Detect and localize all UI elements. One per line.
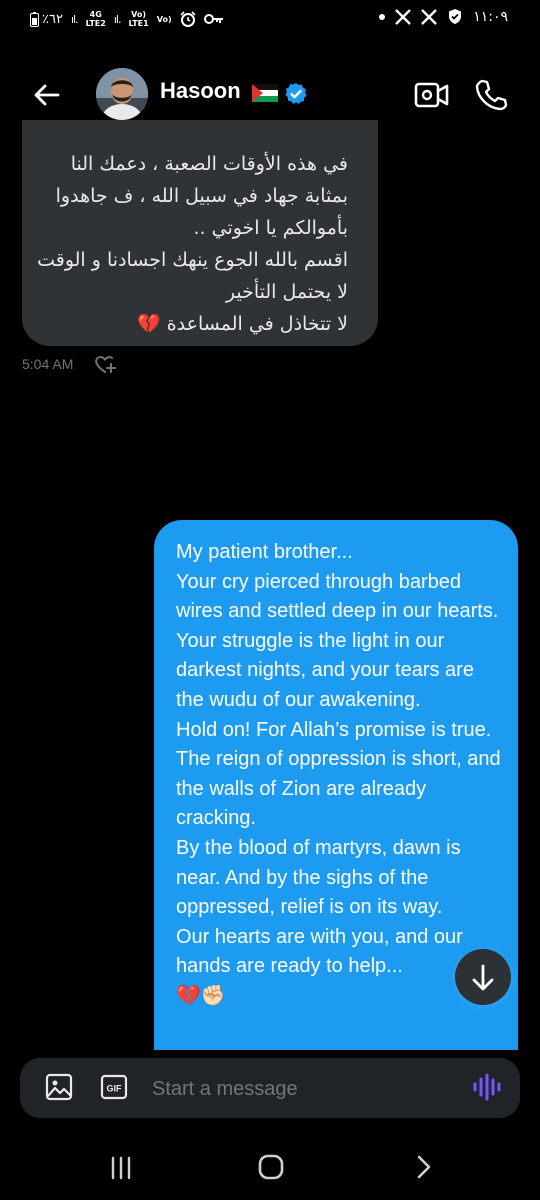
network-label-1: 4G LTE2 (86, 10, 106, 28)
chevron-right-icon (417, 1155, 431, 1179)
voice-message-button[interactable] (470, 1072, 504, 1102)
outgoing-message-text: My patient brother... Your cry pierced t… (176, 541, 501, 1007)
system-nav-bar (0, 1135, 540, 1200)
gif-button[interactable]: GIF (100, 1074, 128, 1100)
arrow-down-icon (472, 964, 494, 991)
heart-plus-icon (95, 356, 116, 373)
home-button[interactable] (257, 1153, 285, 1181)
status-bar: ٪٦٢ ıl. 4G LTE2 ıl. Vo) LTE1 Vo) ١١:٠٩ (0, 0, 540, 40)
net2-bottom: LTE1 (128, 19, 149, 28)
verified-badge-icon (285, 83, 307, 104)
signal-bars-icon: ıl. (70, 12, 79, 26)
avatar-photo (96, 68, 148, 120)
avatar[interactable] (96, 68, 148, 120)
battery-icon (30, 11, 39, 27)
network-label-3: Vo) (157, 15, 172, 24)
recents-icon (111, 1156, 131, 1180)
shield-check-icon (449, 9, 462, 24)
arrow-left-icon (34, 84, 60, 106)
back-button[interactable] (30, 78, 64, 112)
message-input[interactable] (150, 1073, 454, 1105)
video-call-icon (414, 82, 449, 108)
notification-dot-icon (379, 13, 386, 20)
contact-name[interactable]: Hasoon (160, 78, 241, 104)
signal-bars-icon: ıl. (113, 12, 122, 26)
alarm-icon (180, 11, 196, 27)
net1-top: 4G (89, 10, 102, 19)
scroll-to-bottom-button[interactable] (455, 949, 511, 1005)
net3-top: Vo) (156, 14, 172, 24)
battery-indicator: ٪٦٢ (30, 11, 63, 27)
x-logo-icon (421, 8, 438, 25)
add-media-button[interactable] (44, 1072, 74, 1102)
image-icon (45, 1073, 73, 1101)
nav-back-button[interactable] (412, 1153, 436, 1181)
voice-call-button[interactable] (474, 78, 508, 112)
net2-top: Vo) (131, 10, 147, 19)
x-logo-icon (395, 8, 412, 25)
home-circle-icon (258, 1154, 284, 1180)
status-left: ٪٦٢ ıl. 4G LTE2 ıl. Vo) LTE1 Vo) (30, 10, 224, 28)
gif-label: GIF (107, 1084, 123, 1094)
add-reaction-button[interactable] (94, 353, 116, 375)
voice-wave-icon (473, 1073, 501, 1101)
phone-icon (475, 79, 508, 111)
palestine-flag-icon (252, 84, 278, 102)
status-right: ١١:٠٩ (379, 8, 508, 25)
network-label-2: Vo) LTE1 (128, 10, 148, 28)
message-timestamp: 5:04 AM (22, 356, 74, 372)
key-icon (203, 14, 223, 24)
gif-icon: GIF (100, 1074, 128, 1100)
incoming-message-text: في هذه الأوقات الصعبة ، دعمك النا بمثابة… (37, 153, 348, 335)
battery-percent: ٪٦٢ (42, 11, 63, 27)
recents-button[interactable] (108, 1155, 134, 1181)
video-call-button[interactable] (414, 80, 450, 110)
clock: ١١:٠٩ (473, 8, 508, 25)
net1-bottom: LTE2 (85, 19, 106, 28)
